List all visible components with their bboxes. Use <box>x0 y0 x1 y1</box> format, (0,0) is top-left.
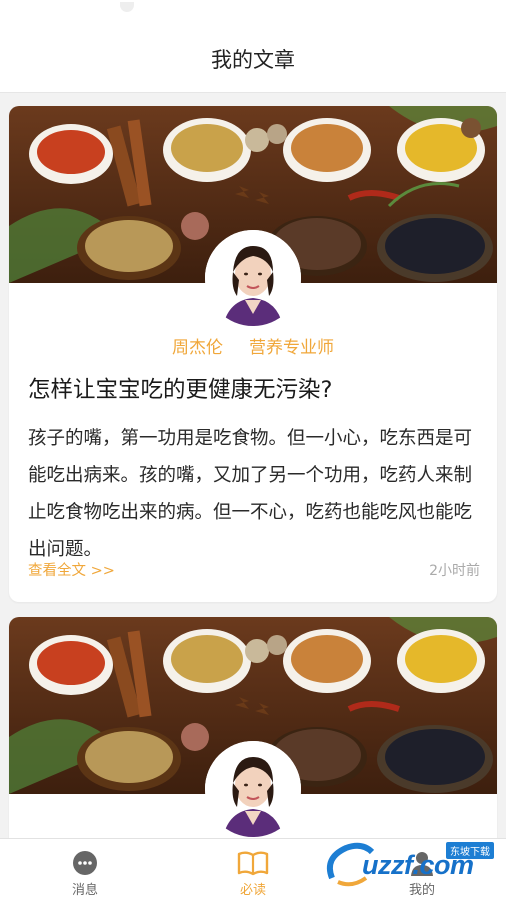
tab-must-read[interactable]: 必读 <box>193 839 313 901</box>
author-info: 周杰伦 营养专业师 <box>9 333 497 358</box>
article-feed[interactable]: 周杰伦 营养专业师 怎样让宝宝吃的更健康无污染? 孩子的嘴，第一功用是吃食物。但一… <box>0 93 506 838</box>
author-name[interactable]: 周杰伦 <box>172 338 223 358</box>
site-watermark-logo: uzzf.com 东坡下载 <box>322 838 506 892</box>
author-role: 营养专业师 <box>249 338 334 358</box>
post-time: 2小时前 <box>429 563 480 579</box>
open-book-icon <box>237 851 269 876</box>
article-card[interactable]: 周杰伦 营养专业师 怎样让宝宝吃的更健康无污染? 孩子的嘴，第一功用是吃食物。但一… <box>9 106 497 602</box>
article-card[interactable] <box>9 617 497 838</box>
chat-bubble-icon <box>73 851 97 875</box>
read-full-link[interactable]: 查看全文 >> <box>28 559 115 580</box>
top-navigation-bar: 我的文章 <box>0 0 506 93</box>
status-bar-notch <box>120 2 134 12</box>
tab-label: 消息 <box>71 883 98 898</box>
watermark-badge: 东坡下载 <box>446 842 494 859</box>
author-avatar[interactable] <box>205 741 301 837</box>
author-avatar[interactable] <box>205 230 301 326</box>
page-title: 我的文章 <box>211 48 295 72</box>
tab-messages[interactable]: 消息 <box>25 839 145 901</box>
tab-label: 必读 <box>239 883 266 898</box>
article-title[interactable]: 怎样让宝宝吃的更健康无污染? <box>28 372 483 404</box>
article-excerpt: 孩子的嘴，第一功用是吃食物。但一小心，吃东西是可能吃出病来。孩的嘴，又加了另一个… <box>28 428 473 560</box>
